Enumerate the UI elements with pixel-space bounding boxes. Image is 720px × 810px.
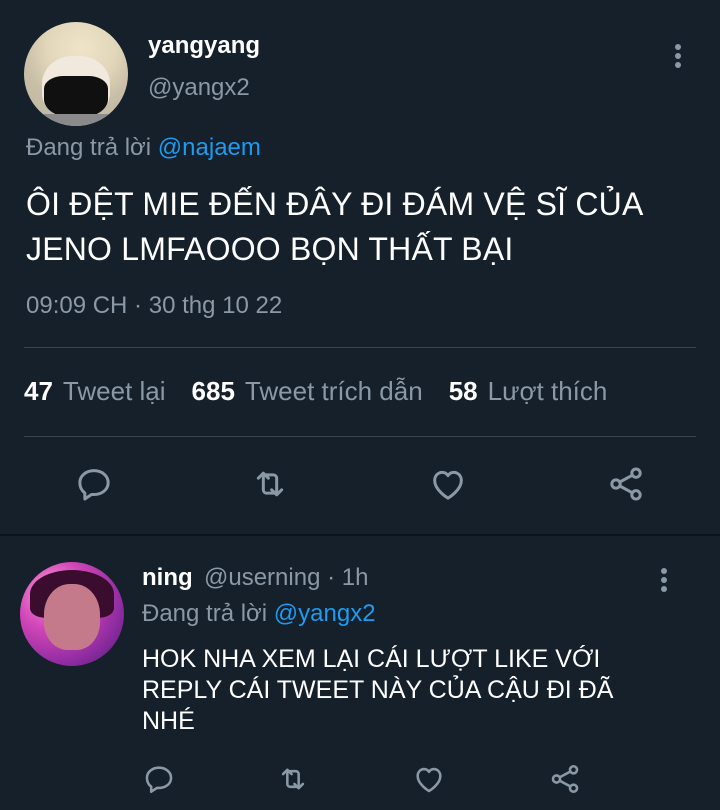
author-handle[interactable]: @yangx2	[148, 74, 250, 102]
retweet-label[interactable]: Tweet lại	[63, 376, 166, 407]
avatar-shirt	[24, 114, 128, 126]
replying-to-handle[interactable]: @najaem	[158, 134, 261, 161]
author-display-name[interactable]: yangyang	[148, 32, 260, 60]
reply-author-avatar[interactable]	[20, 562, 124, 666]
retweet-icon[interactable]	[276, 762, 310, 796]
replying-prefix: Đang trả lời	[26, 134, 152, 161]
divider	[24, 347, 696, 348]
replying-prefix: Đang trả lời	[142, 600, 268, 627]
quote-label[interactable]: Tweet trích dẫn	[245, 376, 423, 407]
reply-icon[interactable]	[74, 464, 114, 504]
retweet-icon[interactable]	[250, 464, 290, 504]
tweet-text: ÔI ĐỆT MIE ĐẾN ĐÂY ĐI ĐÁM VỆ SĨ CỦA JENO…	[26, 186, 642, 267]
share-icon[interactable]	[606, 464, 646, 504]
retweet-count[interactable]: 47	[24, 376, 53, 407]
reply-author-handle-time[interactable]: @userning · 1h	[204, 564, 368, 592]
avatar-mask	[44, 76, 108, 118]
more-vertical-icon[interactable]	[666, 42, 690, 70]
like-icon[interactable]	[428, 464, 468, 504]
tweet-timestamp[interactable]: 09:09 CH · 30 thg 10 22	[26, 292, 282, 320]
section-separator	[0, 534, 720, 536]
avatar-face	[44, 584, 100, 650]
quote-count[interactable]: 685	[192, 376, 235, 407]
reply-author-name[interactable]: ning	[142, 564, 193, 592]
reply-icon[interactable]	[142, 762, 176, 796]
tweet-stats: 47 Tweet lại 685 Tweet trích dẫn 58 Lượt…	[24, 376, 633, 407]
more-vertical-icon[interactable]	[652, 566, 676, 594]
divider	[24, 436, 696, 437]
reply-text: HOK NHA XEM LẠI CÁI LƯỢT LIKE VỚI REPLY …	[142, 645, 614, 735]
author-avatar[interactable]	[24, 22, 128, 126]
replying-to: Đang trả lời @najaem	[26, 134, 261, 162]
like-icon[interactable]	[412, 762, 446, 796]
replying-to-handle[interactable]: @yangx2	[274, 600, 376, 627]
reply-replying-to: Đang trả lời @yangx2	[142, 600, 376, 628]
share-icon[interactable]	[548, 762, 582, 796]
like-count[interactable]: 58	[449, 376, 478, 407]
like-label[interactable]: Lượt thích	[488, 376, 608, 407]
